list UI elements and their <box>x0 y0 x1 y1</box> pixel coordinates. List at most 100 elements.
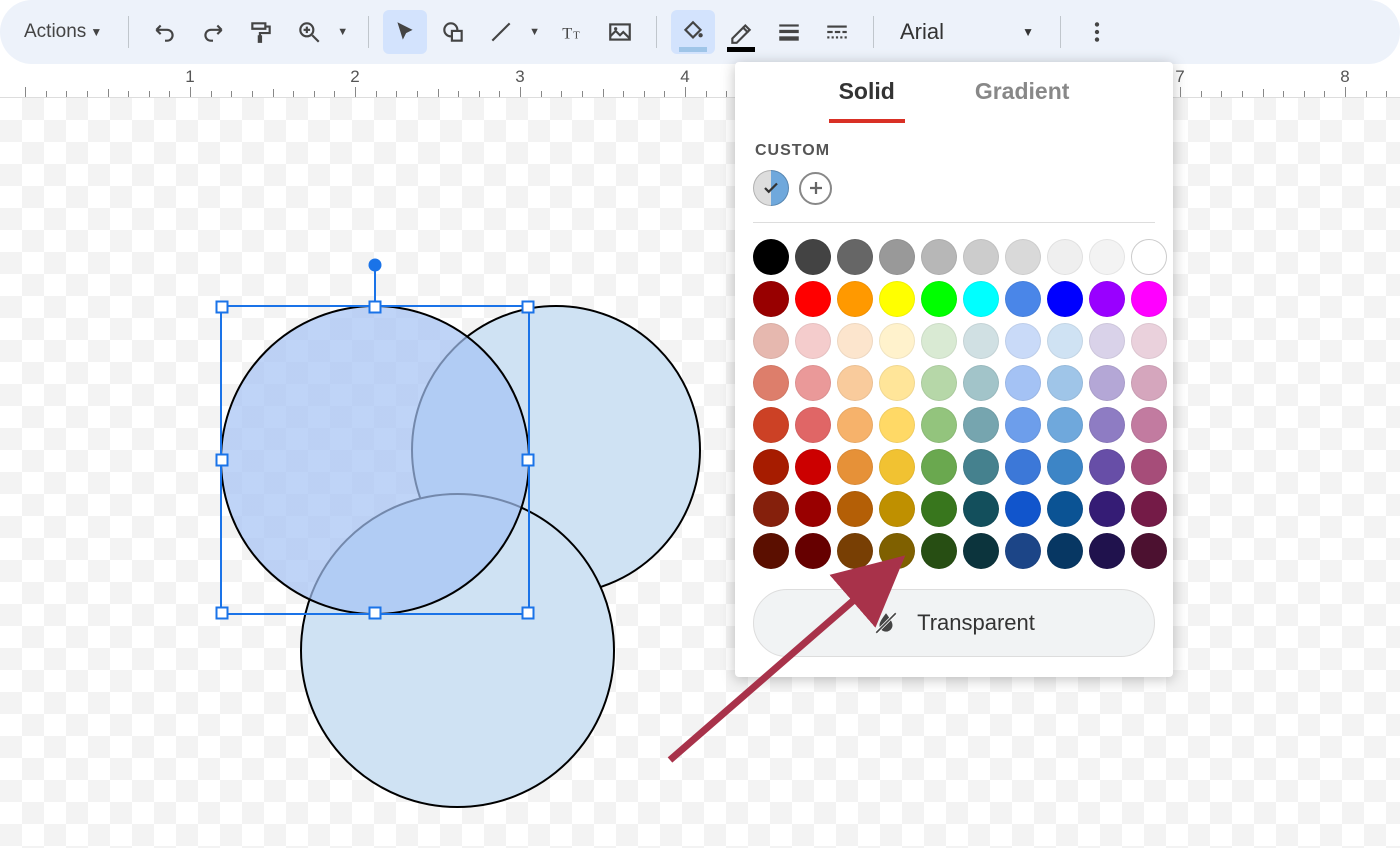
color-swatch[interactable] <box>963 449 999 485</box>
color-swatch[interactable] <box>1047 365 1083 401</box>
color-swatch[interactable] <box>837 239 873 275</box>
color-swatch[interactable] <box>753 533 789 569</box>
color-swatch[interactable] <box>1047 491 1083 527</box>
more-options-button[interactable] <box>1075 10 1119 54</box>
color-swatch[interactable] <box>879 533 915 569</box>
color-swatch[interactable] <box>1047 533 1083 569</box>
color-swatch[interactable] <box>1089 365 1125 401</box>
color-swatch[interactable] <box>795 239 831 275</box>
font-select[interactable]: Arial ▼ <box>888 11 1046 53</box>
color-swatch[interactable] <box>1005 407 1041 443</box>
color-swatch[interactable] <box>921 533 957 569</box>
border-weight-button[interactable] <box>767 10 811 54</box>
color-swatch[interactable] <box>795 365 831 401</box>
resize-handle[interactable] <box>216 454 229 467</box>
fill-color-button[interactable] <box>671 10 715 54</box>
color-swatch[interactable] <box>963 365 999 401</box>
color-swatch[interactable] <box>963 239 999 275</box>
color-swatch[interactable] <box>1089 533 1125 569</box>
textbox-tool-button[interactable]: TT <box>550 10 594 54</box>
actions-menu-button[interactable]: Actions ▼ <box>12 13 114 51</box>
color-swatch[interactable] <box>1005 449 1041 485</box>
color-swatch[interactable] <box>837 449 873 485</box>
color-swatch[interactable] <box>963 281 999 317</box>
color-swatch[interactable] <box>1089 407 1125 443</box>
color-swatch[interactable] <box>753 491 789 527</box>
color-swatch[interactable] <box>1089 449 1125 485</box>
color-swatch[interactable] <box>1005 365 1041 401</box>
image-tool-button[interactable] <box>598 10 642 54</box>
color-swatch[interactable] <box>837 533 873 569</box>
color-swatch[interactable] <box>1047 407 1083 443</box>
line-tool-combo[interactable]: ▼ <box>479 10 546 54</box>
canvas[interactable] <box>0 98 1400 848</box>
color-swatch[interactable] <box>963 491 999 527</box>
color-swatch[interactable] <box>837 407 873 443</box>
color-swatch[interactable] <box>963 323 999 359</box>
color-swatch[interactable] <box>1047 239 1083 275</box>
custom-color-selected[interactable] <box>753 170 789 206</box>
color-swatch[interactable] <box>1005 533 1041 569</box>
color-swatch[interactable] <box>1131 365 1167 401</box>
undo-button[interactable] <box>143 10 187 54</box>
color-swatch[interactable] <box>1131 281 1167 317</box>
color-swatch[interactable] <box>1089 491 1125 527</box>
color-swatch[interactable] <box>795 533 831 569</box>
color-swatch[interactable] <box>1089 323 1125 359</box>
caret-down-icon[interactable]: ▼ <box>337 26 348 38</box>
color-swatch[interactable] <box>753 365 789 401</box>
zoom-combo[interactable]: ▼ <box>287 10 354 54</box>
color-swatch[interactable] <box>837 491 873 527</box>
color-swatch[interactable] <box>795 491 831 527</box>
color-swatch[interactable] <box>879 491 915 527</box>
color-swatch[interactable] <box>1131 533 1167 569</box>
zoom-button[interactable] <box>287 10 331 54</box>
color-swatch[interactable] <box>795 407 831 443</box>
tab-gradient[interactable]: Gradient <box>965 62 1080 123</box>
color-swatch[interactable] <box>963 533 999 569</box>
color-swatch[interactable] <box>1089 281 1125 317</box>
shape-tool-button[interactable] <box>431 10 475 54</box>
resize-handle[interactable] <box>522 301 535 314</box>
color-swatch[interactable] <box>921 239 957 275</box>
line-tool-button[interactable] <box>479 10 523 54</box>
color-swatch[interactable] <box>837 281 873 317</box>
color-swatch[interactable] <box>879 365 915 401</box>
color-swatch[interactable] <box>795 281 831 317</box>
color-swatch[interactable] <box>1005 323 1041 359</box>
color-swatch[interactable] <box>795 323 831 359</box>
resize-handle[interactable] <box>369 607 382 620</box>
select-tool-button[interactable] <box>383 10 427 54</box>
color-swatch[interactable] <box>1131 449 1167 485</box>
rotate-handle[interactable] <box>369 259 382 272</box>
paint-format-button[interactable] <box>239 10 283 54</box>
color-swatch[interactable] <box>1131 323 1167 359</box>
color-swatch[interactable] <box>1089 239 1125 275</box>
color-swatch[interactable] <box>753 449 789 485</box>
color-swatch[interactable] <box>879 239 915 275</box>
resize-handle[interactable] <box>369 301 382 314</box>
tab-solid[interactable]: Solid <box>829 62 905 123</box>
color-swatch[interactable] <box>879 407 915 443</box>
color-swatch[interactable] <box>1005 281 1041 317</box>
color-swatch[interactable] <box>963 407 999 443</box>
border-dash-button[interactable] <box>815 10 859 54</box>
border-color-button[interactable] <box>719 10 763 54</box>
color-swatch[interactable] <box>1047 323 1083 359</box>
color-swatch[interactable] <box>837 323 873 359</box>
color-swatch[interactable] <box>1047 281 1083 317</box>
color-swatch[interactable] <box>879 449 915 485</box>
add-custom-color-button[interactable] <box>799 172 832 205</box>
color-swatch[interactable] <box>879 281 915 317</box>
color-swatch[interactable] <box>921 281 957 317</box>
color-swatch[interactable] <box>1005 491 1041 527</box>
color-swatch[interactable] <box>753 281 789 317</box>
color-swatch[interactable] <box>753 239 789 275</box>
resize-handle[interactable] <box>522 454 535 467</box>
color-swatch[interactable] <box>837 365 873 401</box>
color-swatch[interactable] <box>1131 239 1167 275</box>
color-swatch[interactable] <box>921 323 957 359</box>
resize-handle[interactable] <box>216 301 229 314</box>
color-swatch[interactable] <box>921 365 957 401</box>
caret-down-icon[interactable]: ▼ <box>529 26 540 38</box>
